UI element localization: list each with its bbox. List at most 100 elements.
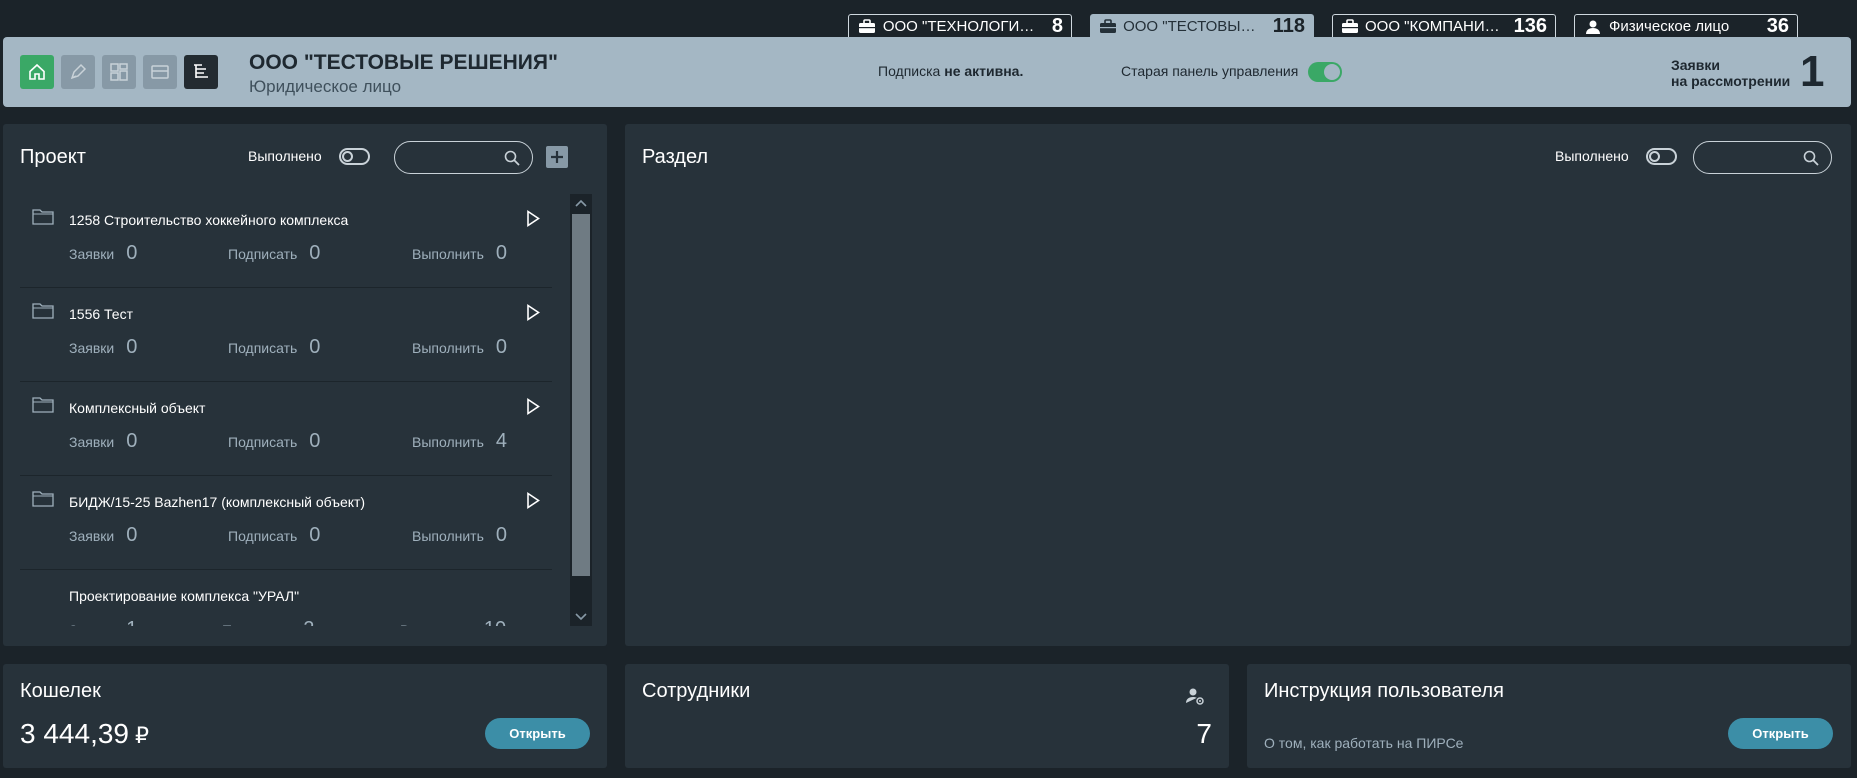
stat-value: 2: [303, 618, 314, 626]
stat-value: 0: [126, 242, 138, 264]
stat-label: Подписать: [228, 246, 298, 262]
old-panel-label: Старая панель управления: [1121, 63, 1299, 79]
subscription-value: не активна.: [944, 63, 1024, 79]
section-done-toggle[interactable]: [1646, 148, 1677, 165]
stat-label: Заявки: [69, 340, 115, 356]
stat-value: 0: [126, 524, 138, 546]
project-name: 1556 Тест: [69, 306, 133, 322]
old-panel-toggle[interactable]: [1308, 62, 1342, 82]
folder-icon: [32, 397, 54, 413]
dashboard-button[interactable]: [102, 55, 136, 89]
user-settings-icon[interactable]: [1185, 686, 1205, 706]
account-tab-4[interactable]: Физическое лицо 36: [1574, 14, 1798, 38]
manual-open-button[interactable]: Открыть: [1728, 718, 1833, 749]
wallet-panel: Кошелек 3 444,39 ₽ Открыть: [3, 664, 607, 768]
section-search-input[interactable]: [1708, 148, 1798, 168]
stat-execute: Выполнить 4: [412, 430, 507, 453]
wallet-currency: ₽: [135, 723, 149, 748]
stat-execute: Выполнить 0: [412, 242, 507, 265]
stat-value: 0: [495, 242, 508, 264]
stat-label: Выполнить: [412, 434, 484, 450]
project-panel: Проект Выполнено 1258 Строительство хокк…: [3, 124, 607, 646]
add-project-button[interactable]: [546, 146, 568, 168]
project-name: БИДЖ/15-25 Bazhen17 (комплексный объект): [69, 494, 366, 510]
project-done-label: Выполнено: [248, 148, 322, 164]
home-icon: [29, 63, 45, 80]
stat-value: 0: [309, 430, 321, 452]
stat-label: Выполнить: [412, 246, 484, 262]
account-tabs: ООО "ТЕХНОЛОГИЯ… 8 ООО "ТЕСТОВЫЕ Р… 118 …: [848, 14, 1798, 38]
plus-icon: [551, 151, 563, 163]
account-tab-name: ООО "ТЕХНОЛОГИЯ…: [882, 18, 1044, 35]
briefcase-icon: [1099, 19, 1117, 35]
account-tab-count: 136: [1513, 15, 1547, 37]
folder-icon: [32, 303, 54, 319]
requests-label: Заявки на рассмотрении: [1671, 57, 1790, 89]
account-tab-1[interactable]: ООО "ТЕХНОЛОГИЯ… 8: [848, 14, 1072, 38]
chevron-down-icon[interactable]: [574, 609, 588, 623]
project-item[interactable]: 1556 Тест Заявки 0 Подписать 0 Выполнить 0: [20, 288, 552, 382]
stat-requests: Заявки 0: [69, 242, 137, 265]
employees-title: Сотрудники: [642, 680, 751, 702]
wallet-open-button[interactable]: Открыть: [485, 718, 590, 749]
project-search: [394, 141, 533, 174]
stat-value: 0: [495, 336, 508, 358]
account-tab-name: Физическое лицо: [1609, 18, 1730, 35]
wallet-amount: 3 444,39: [20, 718, 129, 749]
stat-label: Заявки: [69, 622, 114, 626]
account-tab-count: 118: [1272, 15, 1305, 37]
project-list: 1258 Строительство хоккейного комплекса …: [20, 194, 552, 626]
project-panel-title: Проект: [20, 146, 86, 168]
project-item[interactable]: Комплексный объект Заявки 0 Подписать 0 Вы…: [20, 382, 552, 476]
stat-execute: Выполнить 10: [400, 618, 506, 626]
project-name: Комплексный объект: [69, 400, 206, 416]
account-tab-2[interactable]: ООО "ТЕСТОВЫЕ Р… 118: [1090, 14, 1314, 38]
employees-panel: Сотрудники 7: [625, 664, 1229, 768]
stat-value: 0: [126, 430, 138, 452]
requests-label-line2: на рассмотрении: [1671, 73, 1791, 89]
manual-title: Инструкция пользователя: [1264, 680, 1504, 702]
cards-button[interactable]: [143, 55, 177, 89]
stat-sign: Подписать 0: [228, 336, 320, 359]
project-item[interactable]: БИДЖ/15-25 Bazhen17 (комплексный объект)…: [20, 476, 552, 570]
stat-sign: Подписать 0: [228, 242, 320, 265]
account-tab-3[interactable]: ООО "КОМПАНИЯ У… 136: [1332, 14, 1556, 38]
stat-requests: Заявки 0: [69, 336, 137, 359]
account-tab-name: ООО "ТЕСТОВЫЕ Р…: [1123, 18, 1265, 35]
stat-label: Подписать: [228, 528, 298, 544]
search-icon[interactable]: [1803, 150, 1819, 166]
stat-value: 4: [495, 430, 508, 452]
stat-execute: Выполнить 0: [412, 336, 507, 359]
view-switcher: [20, 55, 218, 89]
account-tab-count: 36: [1766, 15, 1789, 37]
project-item[interactable]: 1258 Строительство хоккейного комплекса …: [20, 194, 552, 288]
scrollbar-thumb[interactable]: [572, 214, 590, 576]
tree-button[interactable]: [184, 55, 218, 89]
subscription-status: Подписка не активна.: [878, 63, 1023, 79]
play-icon[interactable]: [526, 210, 540, 227]
stat-value: 0: [309, 242, 321, 264]
company-header: ООО "ТЕСТОВЫЕ РЕШЕНИЯ" Юридическое лицо …: [3, 37, 1851, 107]
play-icon[interactable]: [526, 398, 540, 415]
folder-icon: [32, 209, 54, 225]
pen-icon: [70, 63, 87, 80]
pen-button[interactable]: [61, 55, 95, 89]
project-list-scrollbar[interactable]: [570, 194, 592, 626]
search-icon[interactable]: [504, 150, 520, 166]
chevron-up-icon[interactable]: [574, 197, 588, 211]
project-search-input[interactable]: [409, 148, 499, 168]
requests-count: 1: [1800, 47, 1825, 96]
home-button[interactable]: [20, 55, 54, 89]
stat-requests: Заявки 0: [69, 430, 137, 453]
tree-icon: [194, 64, 208, 78]
play-icon[interactable]: [526, 304, 540, 321]
project-name: 1258 Строительство хоккейного комплекса: [69, 212, 349, 228]
project-done-toggle[interactable]: [339, 148, 370, 165]
project-item[interactable]: Проектирование комплекса "УРАЛ" Заявки1 …: [20, 570, 552, 626]
stat-execute: Выполнить 0: [412, 524, 507, 547]
briefcase-icon: [857, 19, 877, 35]
briefcase-icon: [1341, 19, 1359, 35]
play-icon[interactable]: [526, 492, 540, 509]
dashboard-icon: [110, 63, 128, 81]
org-name: ООО "ТЕСТОВЫЕ РЕШЕНИЯ": [249, 51, 558, 74]
